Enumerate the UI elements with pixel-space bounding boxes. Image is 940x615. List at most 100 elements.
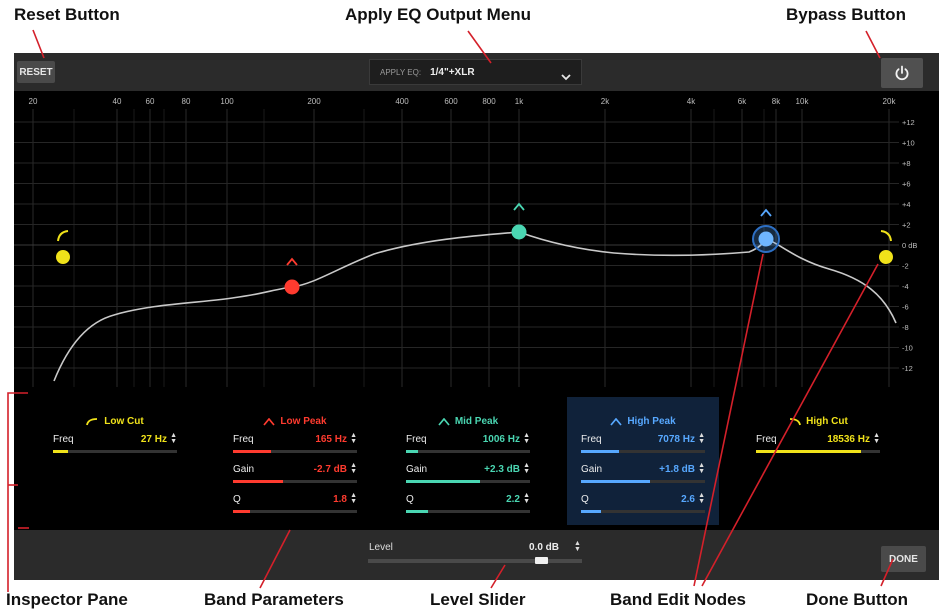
band-name: High Peak (627, 416, 676, 427)
stepper-icon[interactable]: ▲ ▼ (170, 432, 177, 445)
param-label: Freq (406, 434, 427, 445)
frequency-tick-label: 1k (515, 97, 524, 106)
param-slider-fill (581, 510, 601, 513)
param-slider-fill (53, 450, 68, 453)
param-freq[interactable]: Freq 27 Hz ▲ ▼ (53, 432, 177, 456)
callout-done-button: Done Button (806, 590, 908, 609)
callout-bypass-button: Bypass Button (786, 5, 906, 24)
band-title: Low Peak (219, 416, 371, 427)
level-slider-knob[interactable] (535, 557, 548, 564)
param-value[interactable]: +1.8 dB (659, 464, 695, 475)
param-value[interactable]: -2.7 dB (314, 464, 347, 475)
param-gain[interactable]: Gain -2.7 dB ▲ ▼ (233, 462, 357, 486)
gain-axis-labels: +12 +10 +8 +6 +4 +2 0 dB -2 -4 -6 -8 -10 -12 (902, 118, 917, 373)
done-button[interactable]: DONE (881, 546, 926, 572)
gain-tick-label: -4 (902, 282, 909, 291)
band-node-high-peak[interactable] (758, 231, 774, 247)
param-gain[interactable]: Gain +2.3 dB ▲ ▼ (406, 462, 530, 486)
param-slider-track[interactable] (233, 480, 357, 483)
level-slider-track[interactable] (368, 559, 582, 563)
band-node-low-cut[interactable] (56, 250, 70, 264)
param-label: Q (406, 494, 414, 505)
bottom-bar: Level 0.0 dB ▲ ▼ DONE (14, 530, 939, 580)
apply-eq-label: APPLY EQ: (380, 67, 422, 77)
param-freq[interactable]: Freq 18536 Hz ▲ ▼ (756, 432, 880, 456)
param-gain[interactable]: Gain +1.8 dB ▲ ▼ (581, 462, 705, 486)
stepper-icon[interactable]: ▲ ▼ (523, 432, 530, 445)
param-slider-track[interactable] (233, 450, 357, 453)
param-slider-track[interactable] (406, 480, 530, 483)
param-q[interactable]: Q 1.8 ▲ ▼ (233, 492, 357, 516)
low-cut-icon (57, 230, 69, 242)
stepper-icon[interactable]: ▲ ▼ (698, 432, 705, 445)
band-panel-high-cut[interactable]: High Cut Freq 18536 Hz ▲ ▼ (742, 397, 894, 525)
param-slider-track[interactable] (581, 450, 705, 453)
band-node-high-cut[interactable] (879, 250, 893, 264)
eq-response-graph[interactable]: 20 40 60 80 100 200 400 600 800 1k 2k 4k 6k 8k 10k 20k … (14, 91, 939, 391)
param-q[interactable]: Q 2.6 ▲ ▼ (581, 492, 705, 516)
param-freq[interactable]: Freq 165 Hz ▲ ▼ (233, 432, 357, 456)
param-value[interactable]: +2.3 dB (484, 464, 520, 475)
param-slider-track[interactable] (581, 510, 705, 513)
param-value[interactable]: 165 Hz (315, 434, 347, 445)
callout-band-parameters: Band Parameters (204, 590, 344, 609)
param-q[interactable]: Q 2.2 ▲ ▼ (406, 492, 530, 516)
level-label: Level (369, 542, 393, 553)
frequency-tick-label: 20k (883, 97, 897, 106)
frequency-tick-label: 2k (601, 97, 610, 106)
stepper-icon[interactable]: ▲ ▼ (350, 492, 357, 505)
reset-button[interactable]: RESET (17, 61, 55, 83)
param-value[interactable]: 27 Hz (141, 434, 167, 445)
param-value[interactable]: 2.6 (681, 494, 695, 505)
high-cut-icon (788, 417, 802, 426)
param-value[interactable]: 1.8 (333, 494, 347, 505)
band-panel-mid-peak[interactable]: Mid Peak Freq 1006 Hz ▲ ▼ Gain +2.3 dB ▲ ▼ Q 2.2 ▲ ▼ (392, 397, 544, 525)
param-slider-fill (756, 450, 862, 453)
param-slider-track[interactable] (756, 450, 880, 453)
gain-tick-label: -6 (902, 303, 909, 312)
peak-icon (286, 257, 298, 266)
band-panel-high-peak[interactable]: High Peak Freq 7078 Hz ▲ ▼ Gain +1.8 dB ▲ ▼ Q 2.6 ▲… (567, 397, 719, 525)
band-title: Low Cut (39, 416, 191, 427)
stepper-icon[interactable]: ▲ ▼ (698, 462, 705, 475)
param-value[interactable]: 7078 Hz (658, 434, 695, 445)
param-freq[interactable]: Freq 7078 Hz ▲ ▼ (581, 432, 705, 456)
param-slider-track[interactable] (406, 510, 530, 513)
frequency-tick-label: 200 (307, 97, 321, 106)
param-value[interactable]: 1006 Hz (483, 434, 520, 445)
param-freq[interactable]: Freq 1006 Hz ▲ ▼ (406, 432, 530, 456)
stepper-icon[interactable]: ▲ ▼ (350, 462, 357, 475)
param-value[interactable]: 18536 Hz (827, 434, 870, 445)
stepper-icon[interactable]: ▲ ▼ (523, 462, 530, 475)
gain-tick-label: +12 (902, 118, 915, 127)
gain-tick-label: +10 (902, 139, 915, 148)
gain-tick-label: +6 (902, 180, 911, 189)
callout-reset-button: Reset Button (14, 5, 120, 24)
param-slider-track[interactable] (581, 480, 705, 483)
gain-tick-label: 0 dB (902, 241, 917, 250)
apply-eq-output-menu[interactable]: APPLY EQ: 1/4"+XLR (369, 59, 582, 85)
band-node-low-peak[interactable] (284, 279, 300, 295)
band-title: Mid Peak (392, 416, 544, 427)
gain-tick-label: +8 (902, 159, 911, 168)
stepper-icon[interactable]: ▲ ▼ (523, 492, 530, 505)
band-title: High Cut (742, 416, 894, 427)
callout-inspector-pane: Inspector Pane (6, 590, 128, 609)
bypass-button[interactable] (881, 58, 923, 88)
param-slider-track[interactable] (406, 450, 530, 453)
callout-band-edit-nodes: Band Edit Nodes (610, 590, 747, 609)
param-slider-track[interactable] (233, 510, 357, 513)
level-stepper-icon[interactable]: ▲ ▼ (574, 540, 581, 553)
gain-tick-label: -10 (902, 344, 913, 353)
band-node-mid-peak[interactable] (511, 224, 527, 240)
stepper-icon[interactable]: ▲ ▼ (698, 492, 705, 505)
stepper-icon[interactable]: ▲ ▼ (350, 432, 357, 445)
band-panel-low-peak[interactable]: Low Peak Freq 165 Hz ▲ ▼ Gain -2.7 dB ▲ ▼ Q 1.8 ▲ ▼ (219, 397, 371, 525)
chevron-down-icon (561, 68, 571, 86)
band-panel-low-cut[interactable]: Low Cut Freq 27 Hz ▲ ▼ (39, 397, 191, 525)
param-value[interactable]: 2.2 (506, 494, 520, 505)
gain-tick-label: +2 (902, 221, 911, 230)
param-label: Q (581, 494, 589, 505)
param-slider-track[interactable] (53, 450, 177, 453)
stepper-icon[interactable]: ▲ ▼ (873, 432, 880, 445)
